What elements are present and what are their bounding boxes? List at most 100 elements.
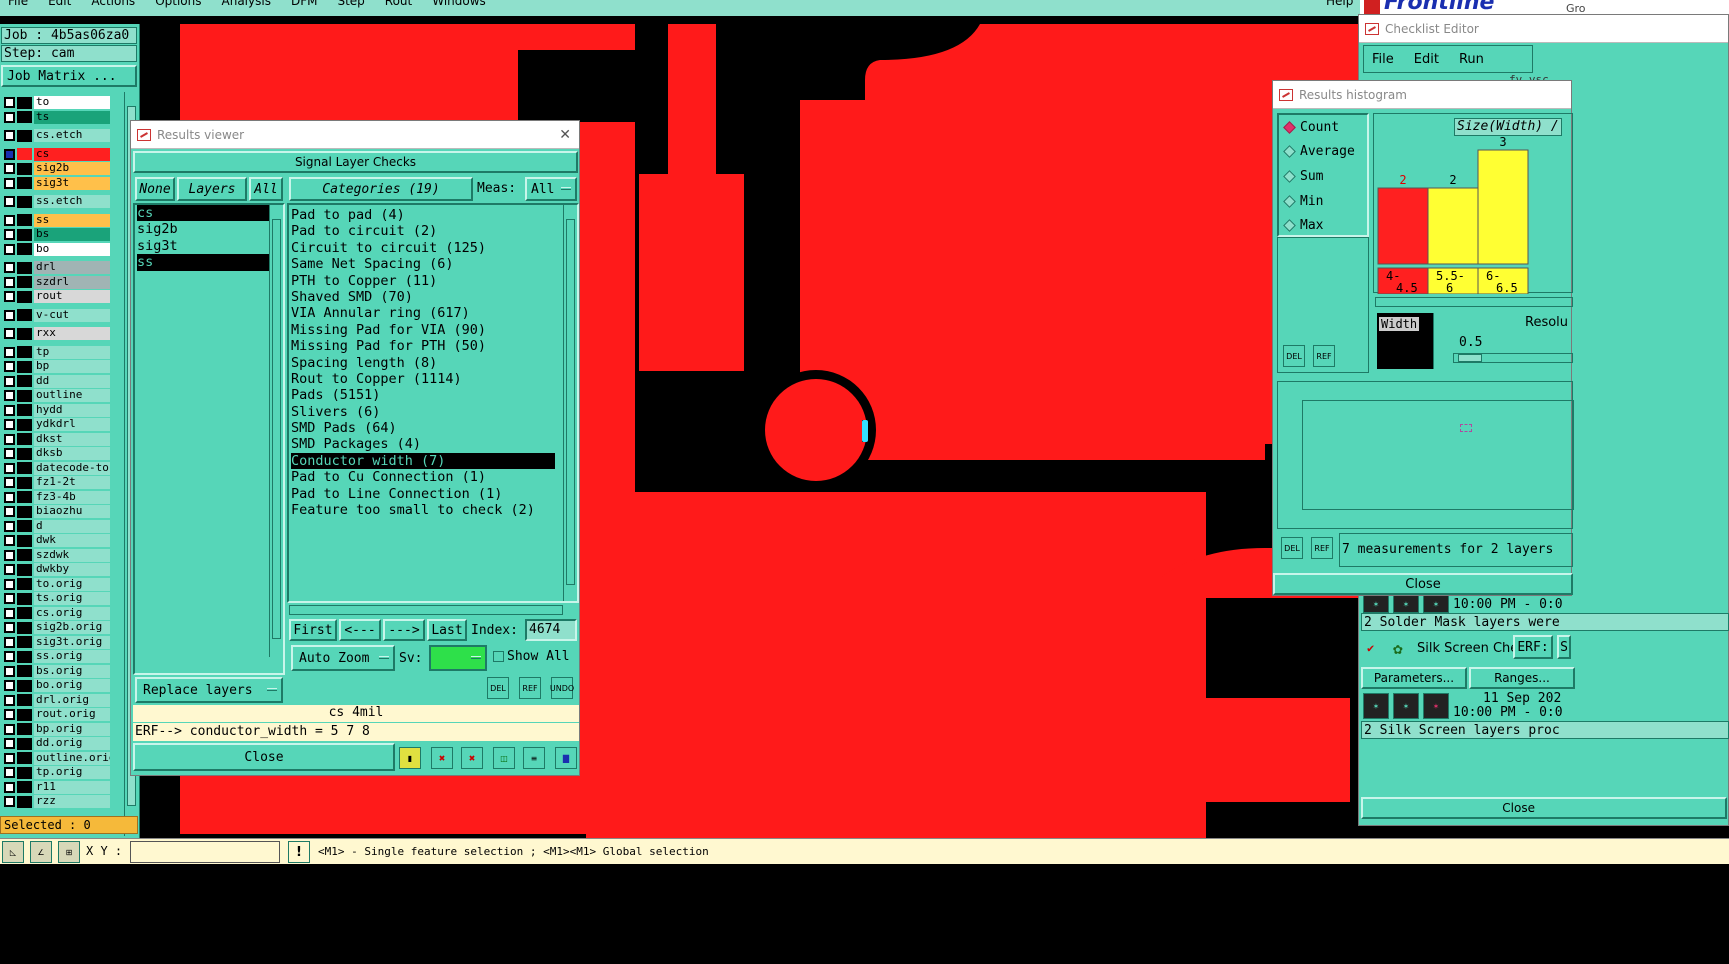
layer-row[interactable]: to (4, 96, 110, 109)
layer-checkbox[interactable] (4, 433, 15, 445)
layer-row[interactable]: bp.orig (4, 722, 110, 736)
histogram-titlebar[interactable]: Results histogram (1273, 81, 1571, 109)
menu-item[interactable]: Rout (385, 0, 412, 8)
histogram-bar[interactable] (1427, 187, 1479, 265)
category-item[interactable]: SMD Pads (64) (291, 420, 555, 436)
measure-icon[interactable]: ∠ (30, 841, 52, 863)
layer-checkbox[interactable] (4, 709, 15, 720)
layer-checkbox[interactable] (4, 419, 15, 430)
layer-row[interactable]: to.orig (4, 577, 110, 591)
category-item[interactable]: Pad to circuit (2) (291, 223, 555, 239)
ref-icon[interactable]: REF (519, 677, 541, 699)
result-layer-item[interactable]: sig3t (137, 238, 275, 254)
alert-icon[interactable]: ! (288, 841, 310, 863)
category-item[interactable]: SMD Packages (4) (291, 436, 555, 452)
category-item[interactable]: PTH to Copper (11) (291, 273, 555, 289)
del-icon[interactable]: DEL (487, 677, 509, 699)
checklist-menu-item[interactable]: Edit (1414, 52, 1439, 67)
mode-radio[interactable]: Sum (1279, 164, 1367, 189)
prev-button[interactable]: <--- (339, 619, 381, 641)
layer-checkbox[interactable] (4, 309, 15, 321)
category-item[interactable]: Spacing length (8) (291, 355, 555, 371)
menu-item[interactable]: Analysis (222, 0, 271, 8)
layer-row[interactable]: bs (4, 228, 110, 241)
layer-row[interactable]: fz1-2t (4, 476, 110, 489)
layer-checkbox[interactable] (4, 111, 15, 123)
menu-item[interactable]: Step (337, 0, 364, 8)
checklist-menu-item[interactable]: Run (1459, 52, 1484, 67)
layer-row[interactable]: ydkdrl (4, 418, 110, 431)
layer-checkbox[interactable] (4, 607, 15, 619)
layer-checkbox[interactable] (4, 462, 15, 474)
layer-checkbox[interactable] (4, 622, 15, 633)
category-scrollbar[interactable] (563, 205, 577, 601)
clear-icon[interactable]: ✖ (431, 747, 453, 769)
layer-row[interactable]: bp (4, 360, 110, 373)
index-input[interactable]: 4674 (525, 619, 577, 641)
category-item[interactable]: Shaved SMD (70) (291, 289, 555, 305)
layer-checkbox[interactable] (4, 506, 15, 517)
mode-radio[interactable]: Average (1279, 140, 1367, 165)
menu-item[interactable]: Windows (432, 0, 486, 8)
layer-row[interactable]: cs.etch (4, 129, 110, 142)
slider-thumb[interactable] (1458, 354, 1482, 362)
category-item[interactable]: Feature too small to check (2) (291, 502, 555, 518)
category-item[interactable]: Pad to Line Connection (1) (291, 486, 555, 502)
hist-del-icon[interactable]: DEL (1283, 345, 1305, 367)
menu-item[interactable]: Actions (91, 0, 135, 8)
checklist-menu-item[interactable]: File (1372, 52, 1394, 67)
layer-checkbox[interactable] (4, 477, 15, 488)
undo-icon[interactable]: UNDO (550, 677, 574, 699)
layer-checkbox[interactable] (4, 346, 15, 358)
layer-row[interactable]: rzz (4, 795, 110, 808)
layer-checkbox[interactable] (4, 723, 15, 735)
layer-row[interactable]: dwkby (4, 563, 110, 576)
layer-result-scroll-thumb[interactable] (272, 219, 281, 639)
run-icon[interactable]: ✶ (1393, 693, 1419, 719)
step-icon[interactable]: ◫ (493, 747, 515, 769)
ranges-button[interactable]: Ranges... (1469, 667, 1575, 689)
layer-checkbox[interactable] (4, 177, 15, 189)
last-button[interactable]: Last (427, 619, 467, 641)
run-icon[interactable]: ✶ (1363, 595, 1389, 613)
layer-checkbox[interactable] (4, 229, 15, 240)
layer-row[interactable]: fz3-4b (4, 490, 110, 504)
category-scroll-thumb[interactable] (566, 219, 575, 585)
layer-checkbox[interactable] (4, 148, 15, 160)
checklist-close-button[interactable]: Close (1361, 797, 1727, 819)
field-scrollbar[interactable] (1433, 313, 1447, 369)
histogram-bar[interactable] (1377, 187, 1429, 265)
layer-checkbox[interactable] (4, 665, 15, 677)
job-matrix-button[interactable]: Job Matrix ... (1, 65, 137, 87)
auto-zoom-dropdown[interactable]: Auto Zoom (291, 645, 395, 671)
hist-ref-icon-2[interactable]: REF (1311, 537, 1333, 559)
layer-row[interactable]: v-cut (4, 308, 110, 322)
first-button[interactable]: First (289, 619, 337, 641)
category-item[interactable]: Conductor width (7) (291, 452, 555, 470)
run-icon[interactable]: ✶ (1393, 595, 1419, 613)
close-button[interactable]: Close (133, 743, 395, 771)
sv-color-dropdown[interactable] (429, 645, 487, 671)
category-item[interactable]: Same Net Spacing (6) (291, 256, 555, 272)
histogram-close-button[interactable]: Close (1273, 573, 1573, 595)
layer-checkbox[interactable] (4, 404, 15, 416)
layer-row[interactable]: bo.orig (4, 679, 110, 692)
layer-row[interactable]: bs.orig (4, 664, 110, 678)
layer-checkbox[interactable] (4, 564, 15, 575)
notes-icon[interactable]: ≡ (523, 747, 545, 769)
category-item[interactable]: Slivers (6) (291, 404, 555, 420)
hist-del-icon-2[interactable]: DEL (1281, 537, 1303, 559)
layer-row[interactable]: rout (4, 290, 110, 303)
layer-row[interactable]: rxx (4, 327, 110, 340)
layer-row[interactable]: dwk (4, 534, 110, 547)
silk-check-icon[interactable]: ✔ (1367, 641, 1374, 655)
layer-result-list[interactable]: cs sig2b sig3t ss (133, 203, 285, 675)
layer-row[interactable]: ts.orig (4, 592, 110, 605)
layer-row[interactable]: dd (4, 374, 110, 388)
layer-checkbox[interactable] (4, 694, 15, 706)
layer-checkbox[interactable] (4, 767, 15, 778)
layer-checkbox[interactable] (4, 243, 15, 255)
layer-checkbox[interactable] (4, 361, 15, 372)
layer-checkbox[interactable] (4, 375, 15, 387)
layer-checkbox[interactable] (4, 578, 15, 590)
